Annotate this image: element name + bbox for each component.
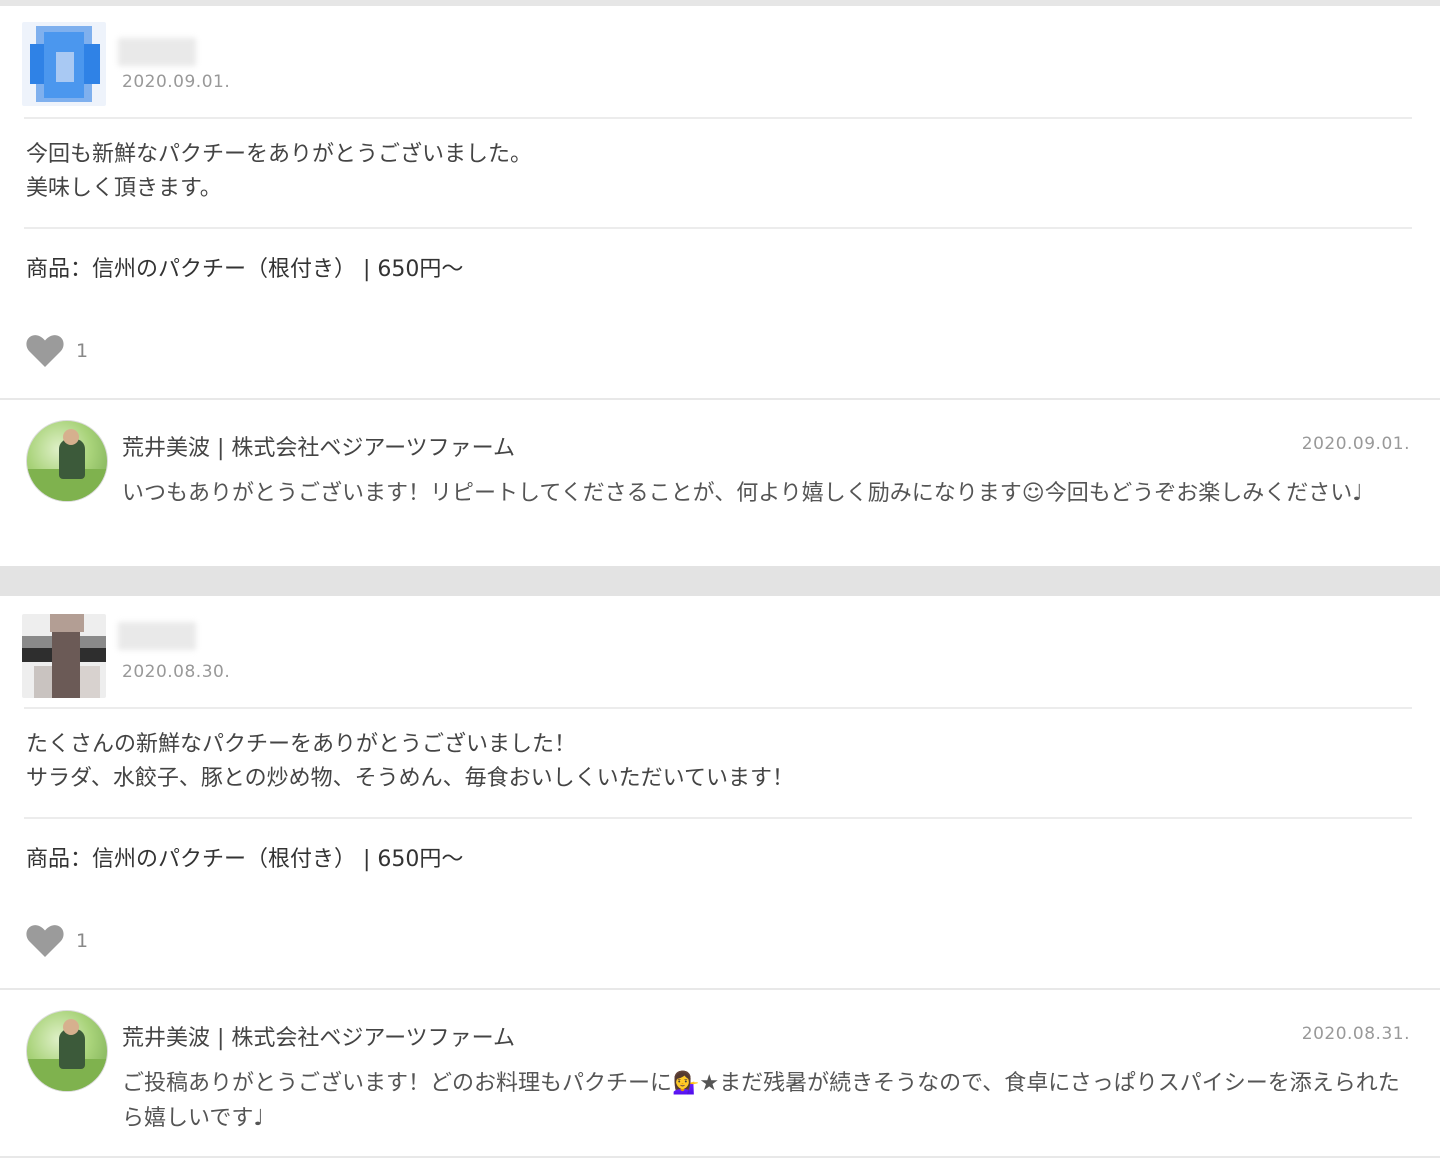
like-button[interactable]: 1 xyxy=(26,331,88,371)
like-button[interactable]: 1 xyxy=(26,921,88,961)
top-divider-strip xyxy=(0,0,1440,6)
divider xyxy=(24,707,1412,709)
review-body: 今回も新鮮なパクチーをありがとうございました。 美味しく頂きます。 xyxy=(26,138,532,206)
reply-date: 2020.09.01. xyxy=(1301,434,1410,454)
like-count: 1 xyxy=(76,930,89,952)
product-link[interactable]: 商品：信州のパクチー（根付き） | 650円～ xyxy=(26,841,463,873)
review-body-line: 今回も新鮮なパクチーをありがとうございました。 xyxy=(26,142,533,167)
review-body-line: たくさんの新鮮なパクチーをありがとうございました！ xyxy=(26,732,577,757)
avatar-person xyxy=(59,439,85,479)
product-link[interactable]: 商品：信州のパクチー（根付き） | 650円～ xyxy=(26,251,463,283)
review-separator-band xyxy=(0,566,1440,596)
shop-avatar[interactable] xyxy=(26,1010,108,1092)
avatar-head xyxy=(63,429,79,445)
review-date: 2020.08.30. xyxy=(122,662,231,682)
avatar-person xyxy=(59,1029,85,1069)
divider xyxy=(24,227,1412,229)
user-name-redacted xyxy=(118,622,196,650)
reply-text: いつもありがとうございます！リピートしてくださることが、何より嬉しく励みになりま… xyxy=(122,481,1363,506)
reply-date: 2020.08.31. xyxy=(1301,1024,1410,1044)
divider xyxy=(24,117,1412,119)
user-avatar[interactable] xyxy=(22,614,106,698)
review-body: たくさんの新鮮なパクチーをありがとうございました！ サラダ、水餃子、豚との炒め物… xyxy=(26,728,794,796)
avatar-head xyxy=(63,1019,79,1035)
divider xyxy=(24,817,1412,819)
user-name-redacted xyxy=(118,38,196,66)
review-date: 2020.09.01. xyxy=(122,72,231,92)
review-body-line: サラダ、水餃子、豚との炒め物、そうめん、毎食おいしくいただいています！ xyxy=(26,766,795,791)
reply-text: ご投稿ありがとうございます！どのお料理もパクチーに💁‍♀️★まだ残暑が続きそうな… xyxy=(122,1071,1400,1131)
heart-icon xyxy=(26,925,64,957)
shop-author-name[interactable]: 荒井美波 | 株式会社ベジアーツファーム xyxy=(122,1020,515,1052)
section-divider xyxy=(0,1156,1440,1158)
review-body-line: 美味しく頂きます。 xyxy=(26,176,222,201)
section-divider xyxy=(0,988,1440,990)
shop-author-name[interactable]: 荒井美波 | 株式会社ベジアーツファーム xyxy=(122,430,515,462)
shop-avatar[interactable] xyxy=(26,420,108,502)
like-count: 1 xyxy=(76,340,89,362)
heart-icon xyxy=(26,335,64,367)
user-avatar[interactable] xyxy=(22,22,106,106)
section-divider xyxy=(0,398,1440,400)
